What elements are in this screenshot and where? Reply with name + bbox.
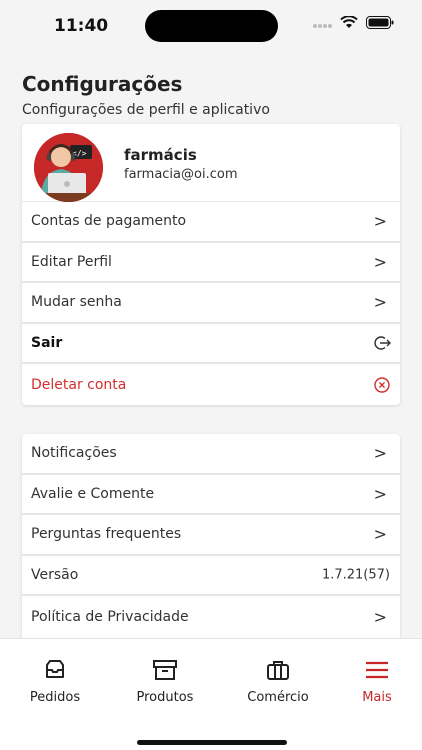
logout-icon <box>374 336 391 350</box>
wifi-icon <box>340 16 358 28</box>
page-title: Configurações <box>22 72 183 96</box>
menu-item-delete-account[interactable]: Deletar conta <box>22 364 400 405</box>
app-settings-card: Notificações > Avalie e Comente > Pergun… <box>22 434 400 640</box>
menu-item-rate-review[interactable]: Avalie e Comente > <box>22 475 400 516</box>
profile-section[interactable]: </> farmácis farmacia@oi.com <box>22 124 400 202</box>
menu-item-label: Mudar senha <box>31 294 122 311</box>
profile-email: farmacia@oi.com <box>124 167 238 182</box>
inbox-icon <box>46 660 64 678</box>
signal-icon <box>313 23 332 28</box>
menu-item-change-password[interactable]: Mudar senha > <box>22 283 400 324</box>
nav-label: Mais <box>362 690 392 705</box>
menu-item-logout[interactable]: Sair <box>22 324 400 365</box>
chevron-right-icon: > <box>373 211 387 231</box>
nav-item-pedidos[interactable]: Pedidos <box>10 657 100 705</box>
account-card: </> farmácis farmacia@oi.com Contas de p… <box>22 124 400 405</box>
menu-item-label: Deletar conta <box>31 376 127 393</box>
status-icons <box>312 16 394 29</box>
chevron-right-icon: > <box>373 524 387 544</box>
home-indicator <box>137 740 287 745</box>
chevron-right-icon: > <box>373 484 387 504</box>
menu-item-label: Sair <box>31 335 63 352</box>
menu-item-label: Perguntas frequentes <box>31 526 182 543</box>
menu-item-label: Notificações <box>31 445 117 462</box>
page-subtitle: Configurações de perfil e aplicativo <box>22 102 270 118</box>
chevron-right-icon: > <box>373 292 387 312</box>
battery-icon <box>366 16 394 29</box>
nav-item-comercio[interactable]: Comércio <box>233 657 323 705</box>
status-time: 11:40 <box>54 16 109 36</box>
version-value: 1.7.21(57) <box>321 567 390 583</box>
nav-item-mais[interactable]: Mais <box>332 657 422 705</box>
menu-item-privacy-policy[interactable]: Política de Privacidade > <box>22 596 400 637</box>
menu-item-version: Versão 1.7.21(57) <box>22 556 400 597</box>
menu-item-notifications[interactable]: Notificações > <box>22 434 400 475</box>
avatar: </> <box>34 133 103 202</box>
delete-circle-icon <box>374 376 390 393</box>
menu-item-label: Editar Perfil <box>31 253 112 270</box>
nav-label: Comércio <box>247 690 309 705</box>
chevron-right-icon: > <box>373 443 387 463</box>
menu-icon <box>366 661 388 679</box>
status-bar: 11:40 <box>0 0 422 54</box>
nav-label: Pedidos <box>29 690 81 705</box>
profile-name: farmácis <box>124 146 197 164</box>
chevron-right-icon: > <box>373 607 387 627</box>
menu-item-label: Avalie e Comente <box>31 485 155 502</box>
menu-item-label: Política de Privacidade <box>31 608 189 625</box>
nav-label: Produtos <box>136 690 194 705</box>
nav-item-produtos[interactable]: Produtos <box>120 657 210 705</box>
menu-item-edit-profile[interactable]: Editar Perfil > <box>22 243 400 284</box>
briefcase-icon <box>267 661 289 680</box>
archive-box-icon <box>153 660 177 680</box>
menu-item-label: Versão <box>31 567 79 584</box>
bottom-nav: Pedidos Produtos Comércio Mais <box>0 638 422 750</box>
menu-item-payment-accounts[interactable]: Contas de pagamento > <box>22 202 400 243</box>
menu-item-faq[interactable]: Perguntas frequentes > <box>22 515 400 556</box>
page-header: Configurações Configurações de perfil e … <box>22 72 270 118</box>
chevron-right-icon: > <box>373 252 387 272</box>
dynamic-island <box>145 10 278 42</box>
menu-item-label: Contas de pagamento <box>31 213 187 230</box>
